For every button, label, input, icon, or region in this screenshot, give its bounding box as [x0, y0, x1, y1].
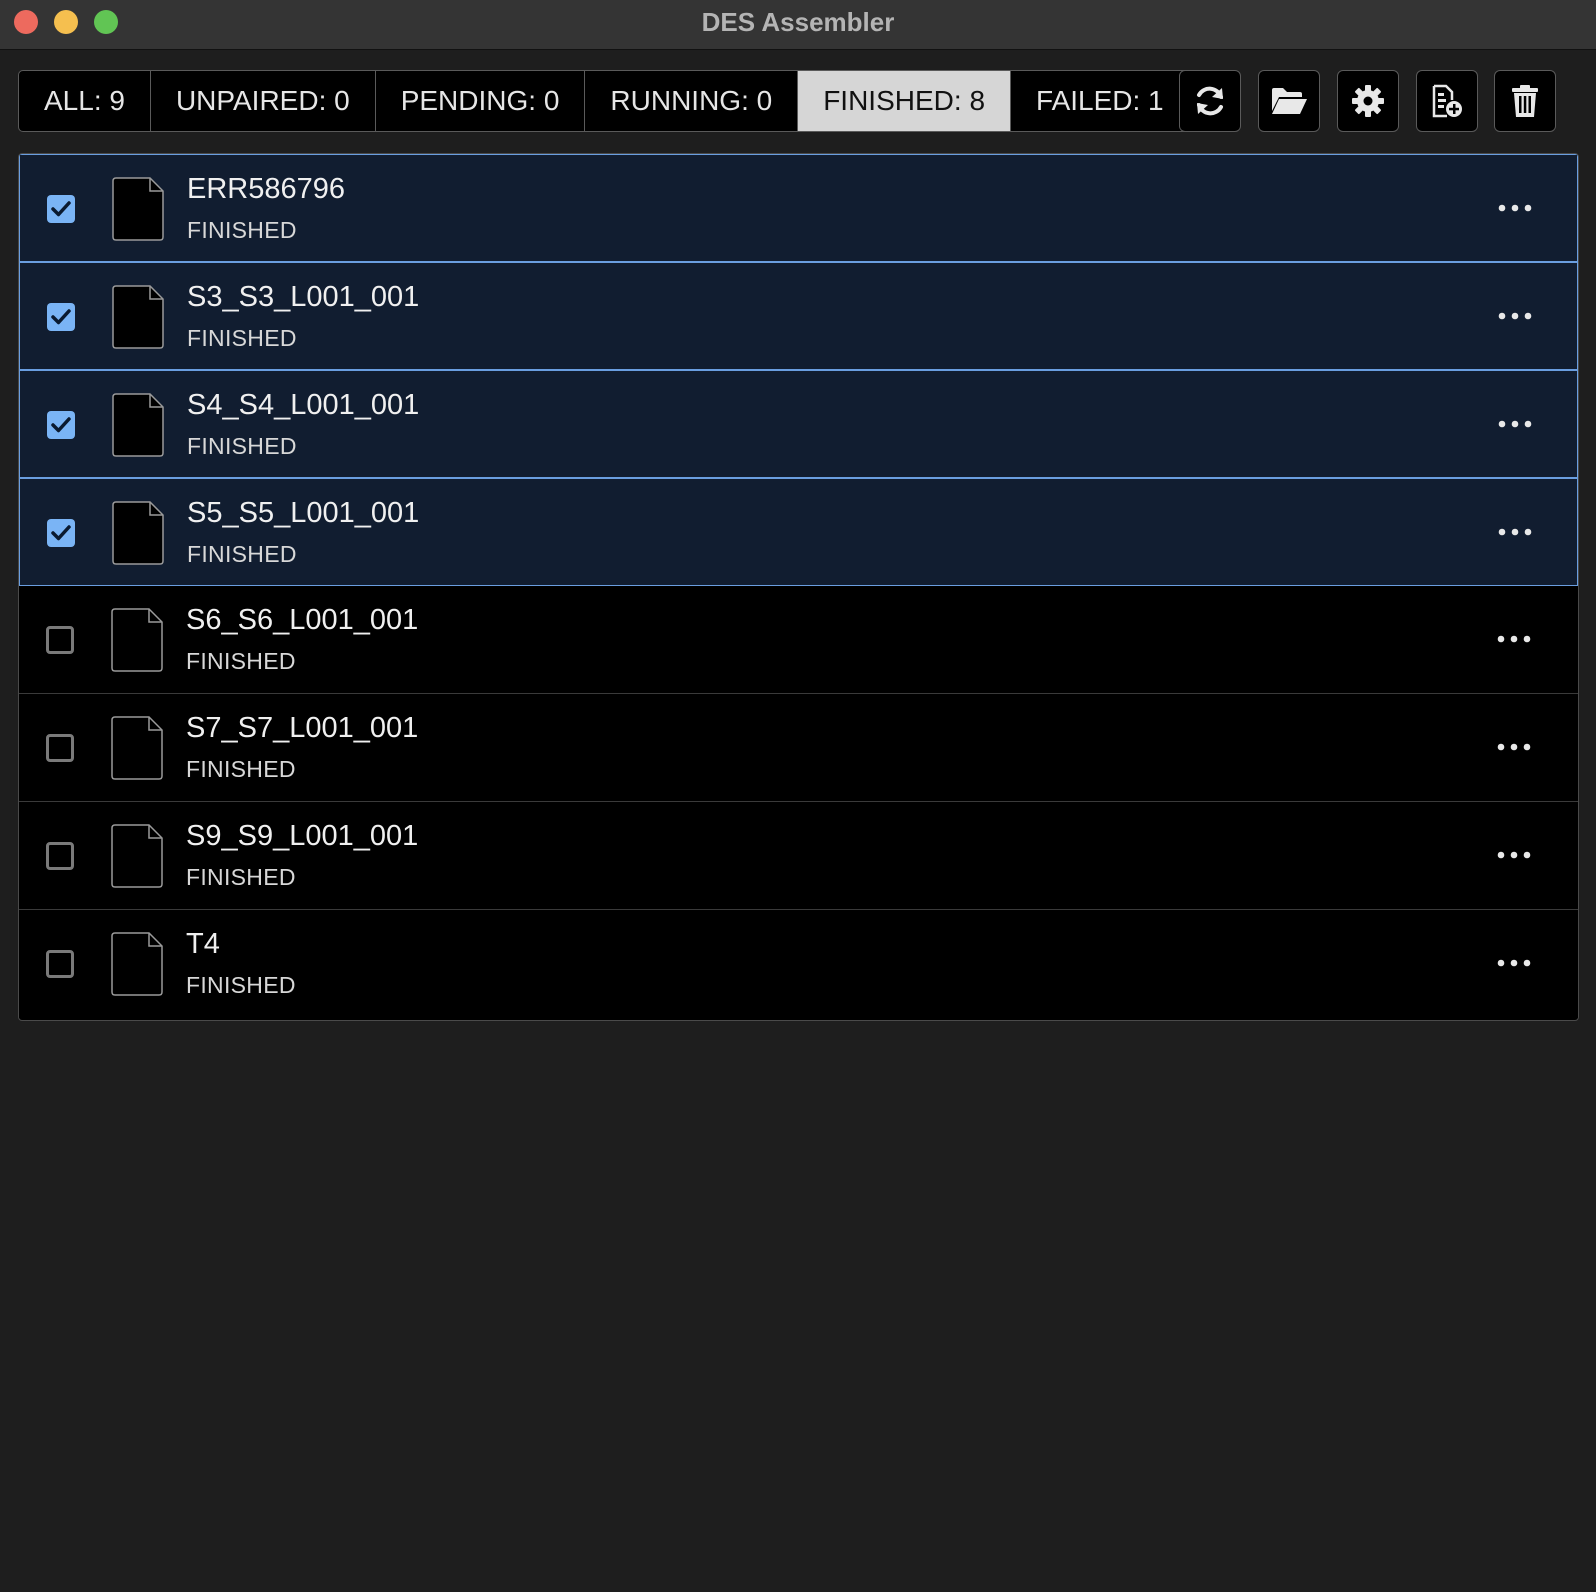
tab-failed[interactable]: FAILED: 1 — [1011, 71, 1189, 131]
more-options-button[interactable] — [1489, 624, 1539, 654]
list-item[interactable]: S6_S6_L001_001 FINISHED — [19, 586, 1578, 694]
more-options-button[interactable] — [1490, 517, 1540, 547]
file-icon — [112, 393, 164, 462]
list-item[interactable]: T4 FINISHED — [19, 910, 1578, 1018]
row-checkbox[interactable] — [46, 842, 74, 870]
file-icon — [111, 932, 163, 1001]
ellipsis-icon — [1498, 307, 1532, 325]
list-item[interactable]: S3_S3_L001_001 FINISHED — [19, 262, 1578, 370]
list-item[interactable]: S4_S4_L001_001 FINISHED — [19, 370, 1578, 478]
ellipsis-icon — [1497, 846, 1531, 864]
tab-finished[interactable]: FINISHED: 8 — [798, 71, 1012, 131]
refresh-icon — [1192, 83, 1228, 119]
row-checkbox[interactable] — [46, 626, 74, 654]
settings-button[interactable] — [1337, 70, 1399, 132]
trash-icon — [1509, 83, 1541, 119]
file-name: S4_S4_L001_001 — [187, 389, 420, 421]
row-checkbox[interactable] — [47, 519, 75, 547]
file-status: FINISHED — [186, 756, 296, 782]
file-status: FINISHED — [187, 541, 297, 567]
ellipsis-icon — [1498, 415, 1532, 433]
more-options-button[interactable] — [1489, 948, 1539, 978]
more-options-button[interactable] — [1489, 732, 1539, 762]
folder-open-icon — [1270, 85, 1308, 117]
file-icon — [111, 824, 163, 893]
add-file-button[interactable] — [1416, 70, 1478, 132]
app-window: DES Assembler ALL: 9 UNPAIRED: 0 PENDING… — [0, 0, 1596, 1592]
ellipsis-icon — [1497, 630, 1531, 648]
file-status: FINISHED — [187, 217, 297, 243]
more-options-button[interactable] — [1490, 409, 1540, 439]
list-item[interactable]: S9_S9_L001_001 FINISHED — [19, 802, 1578, 910]
file-icon — [111, 608, 163, 677]
more-options-button[interactable] — [1489, 840, 1539, 870]
file-status: FINISHED — [187, 433, 297, 459]
file-status: FINISHED — [186, 648, 296, 674]
status-filter-tabs: ALL: 9 UNPAIRED: 0 PENDING: 0 RUNNING: 0… — [18, 70, 1190, 132]
file-status: FINISHED — [187, 325, 297, 351]
window-title: DES Assembler — [701, 7, 895, 37]
list-item[interactable]: S7_S7_L001_001 FINISHED — [19, 694, 1578, 802]
file-add-icon — [1430, 83, 1464, 119]
file-icon — [111, 716, 163, 785]
file-icon — [112, 501, 164, 570]
file-name: S5_S5_L001_001 — [187, 497, 420, 529]
file-icon — [112, 177, 164, 246]
ellipsis-icon — [1497, 738, 1531, 756]
list-item[interactable]: ERR586796 FINISHED — [19, 154, 1578, 262]
more-options-button[interactable] — [1490, 193, 1540, 223]
row-checkbox[interactable] — [47, 303, 75, 331]
ellipsis-icon — [1497, 954, 1531, 972]
file-name: S7_S7_L001_001 — [186, 712, 419, 744]
ellipsis-icon — [1498, 523, 1532, 541]
list-item[interactable]: S5_S5_L001_001 FINISHED — [19, 478, 1578, 586]
file-list: ERR586796 FINISHED S3_S3_L001_001 FINISH… — [18, 153, 1579, 1021]
open-folder-button[interactable] — [1258, 70, 1320, 132]
row-checkbox[interactable] — [46, 950, 74, 978]
file-name: T4 — [186, 928, 220, 960]
row-checkbox[interactable] — [47, 195, 75, 223]
row-checkbox[interactable] — [46, 734, 74, 762]
file-name: ERR586796 — [187, 173, 345, 205]
tab-unpaired[interactable]: UNPAIRED: 0 — [151, 71, 376, 131]
file-name: S9_S9_L001_001 — [186, 820, 419, 852]
file-status: FINISHED — [186, 972, 296, 998]
row-checkbox[interactable] — [47, 411, 75, 439]
file-name: S6_S6_L001_001 — [186, 604, 419, 636]
tab-all[interactable]: ALL: 9 — [19, 71, 151, 131]
tab-pending[interactable]: PENDING: 0 — [376, 71, 586, 131]
more-options-button[interactable] — [1490, 301, 1540, 331]
ellipsis-icon — [1498, 199, 1532, 217]
gear-icon — [1350, 83, 1386, 119]
tab-running[interactable]: RUNNING: 0 — [585, 71, 799, 131]
file-name: S3_S3_L001_001 — [187, 281, 420, 313]
title-bar: DES Assembler — [0, 0, 1596, 50]
delete-button[interactable] — [1494, 70, 1556, 132]
file-icon — [112, 285, 164, 354]
refresh-button[interactable] — [1179, 70, 1241, 132]
file-status: FINISHED — [186, 864, 296, 890]
